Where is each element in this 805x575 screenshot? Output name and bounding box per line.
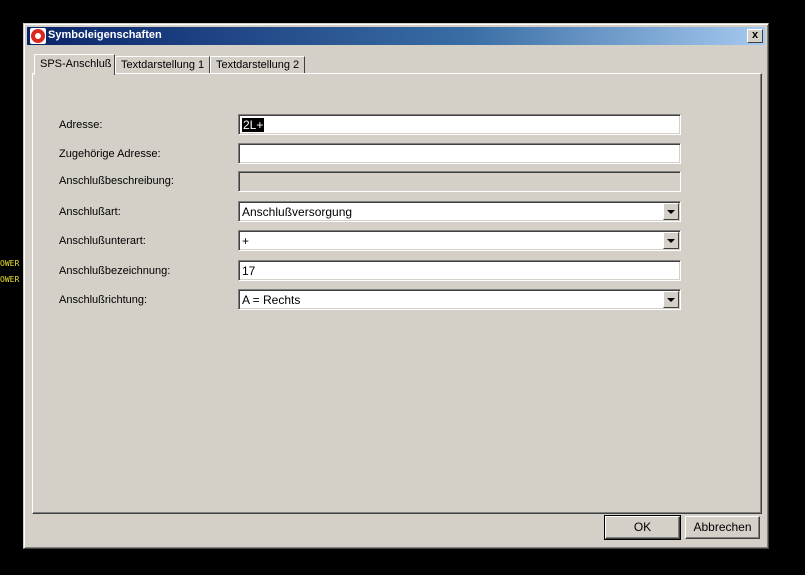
adresse-field[interactable]: 2L+ <box>238 114 681 135</box>
tab-panel: Adresse: 2L+ Zugehörige Adresse: Anschlu… <box>32 73 762 514</box>
app-icon <box>30 28 46 44</box>
anschlussunterart-select[interactable]: + <box>238 230 681 251</box>
tab-textdarstellung-1[interactable]: Textdarstellung 1 <box>115 56 210 73</box>
close-button[interactable]: x <box>747 29 763 43</box>
anschlussrichtung-value: A = Rechts <box>242 293 301 307</box>
chevron-down-icon[interactable] <box>663 291 679 308</box>
chevron-down-icon[interactable] <box>663 203 679 220</box>
tab-textdarstellung-2[interactable]: Textdarstellung 2 <box>210 56 305 73</box>
anschlussbeschreibung-label: Anschlußbeschreibung: <box>59 175 174 187</box>
adresse-label: Adresse: <box>59 119 103 131</box>
background-label: OWER <box>0 259 20 268</box>
zugehoerige-adresse-label: Zugehörige Adresse: <box>59 148 161 160</box>
anschlussbeschreibung-field <box>238 171 681 192</box>
zugehoerige-adresse-field[interactable] <box>238 143 681 164</box>
anschlussbezeichnung-label: Anschlußbezeichnung: <box>59 265 171 277</box>
title-bar[interactable]: Symboleigenschaften x <box>27 27 765 45</box>
anschlussrichtung-select[interactable]: A = Rechts <box>238 289 681 310</box>
cancel-button[interactable]: Abbrechen <box>685 516 760 539</box>
anschlussart-label: Anschlußart: <box>59 206 121 218</box>
chevron-down-icon[interactable] <box>663 232 679 249</box>
anschlussart-select[interactable]: Anschlußversorgung <box>238 201 681 222</box>
anschlussrichtung-label: Anschlußrichtung: <box>59 294 148 306</box>
adresse-value: 2L+ <box>242 118 265 132</box>
anschlussunterart-value: + <box>242 234 250 248</box>
ok-button[interactable]: OK <box>604 515 681 540</box>
background-label: OWER <box>0 275 20 284</box>
anschlussart-value: Anschlußversorgung <box>242 205 353 219</box>
tab-sps-anschluss[interactable]: SPS-Anschluß <box>34 54 115 75</box>
anschlussunterart-label: Anschlußunterart: <box>59 235 146 247</box>
window-title: Symboleigenschaften <box>48 29 162 41</box>
symbol-properties-dialog: Symboleigenschaften x SPS-Anschluß Textd… <box>23 23 769 549</box>
anschlussbezeichnung-field[interactable]: 17 <box>238 260 681 281</box>
